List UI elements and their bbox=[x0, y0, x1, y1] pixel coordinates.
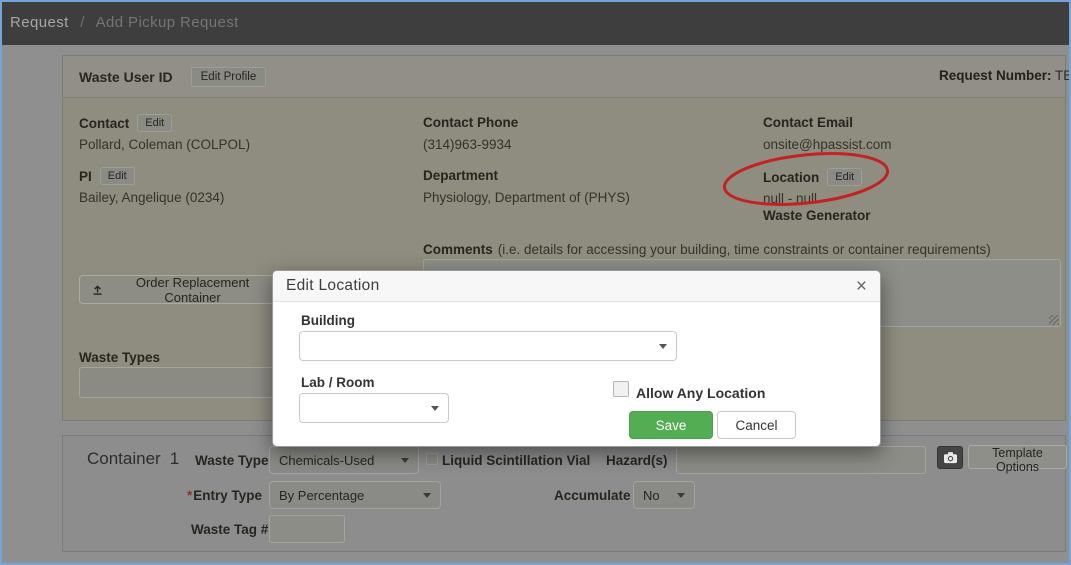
upload-icon bbox=[91, 283, 104, 297]
contact-label: Contact Edit bbox=[79, 114, 172, 132]
allow-any-location-checkbox[interactable] bbox=[613, 381, 629, 397]
comments-hint: (i.e. details for accessing your buildin… bbox=[498, 242, 991, 257]
request-number-label: Request Number: bbox=[939, 68, 1052, 83]
waste-user-panel-header: Waste User ID Edit Profile Request Numbe… bbox=[63, 56, 1065, 98]
panel-title: Waste User ID bbox=[79, 69, 173, 85]
caret-down-icon bbox=[677, 493, 685, 498]
edit-location-modal: Edit Location × Building Lab / Room Allo… bbox=[272, 270, 881, 447]
entry-type-label: * Entry Type bbox=[187, 488, 262, 503]
container-title: Container1 bbox=[87, 449, 179, 469]
waste-types-label: Waste Types bbox=[79, 350, 160, 365]
container-number: 1 bbox=[170, 449, 179, 468]
entry-type-select[interactable]: By Percentage bbox=[269, 481, 441, 509]
template-options-button[interactable]: Template Options bbox=[968, 445, 1067, 469]
lab-room-select[interactable] bbox=[299, 393, 449, 423]
waste-type-select[interactable]: Chemicals-Used bbox=[269, 446, 419, 474]
request-number: Request Number: TBD bbox=[939, 68, 1069, 83]
close-icon[interactable]: × bbox=[856, 277, 867, 296]
waste-type-label: Waste Type bbox=[195, 453, 269, 468]
contact-phone-label: Contact Phone bbox=[423, 115, 518, 130]
liquid-scintillation-vial-label: Liquid Scintillation Vial bbox=[442, 453, 590, 468]
accumulate-label: Accumulate bbox=[554, 488, 631, 503]
caret-down-icon bbox=[423, 493, 431, 498]
comments-label: Comments (i.e. details for accessing you… bbox=[423, 242, 991, 257]
contact-email-value: onsite@hpassist.com bbox=[763, 137, 892, 152]
contact-email-label: Contact Email bbox=[763, 115, 853, 130]
pi-value: Bailey, Angelique (0234) bbox=[79, 190, 224, 205]
contact-value: Pollard, Coleman (COLPOL) bbox=[79, 137, 250, 152]
allow-any-location-label: Allow Any Location bbox=[636, 385, 765, 401]
breadcrumb-request[interactable]: Request bbox=[10, 14, 69, 31]
building-label: Building bbox=[301, 313, 355, 328]
department-label: Department bbox=[423, 168, 498, 183]
pi-label: PI Edit bbox=[79, 167, 135, 185]
contact-phone-value: (314)963-9934 bbox=[423, 137, 512, 152]
caret-down-icon bbox=[431, 406, 439, 411]
edit-contact-button[interactable]: Edit bbox=[137, 114, 172, 132]
waste-tag-input[interactable] bbox=[269, 515, 345, 543]
accumulate-select[interactable]: No bbox=[633, 481, 695, 509]
top-navbar: Request / Add Pickup Request bbox=[0, 0, 1071, 45]
camera-button[interactable] bbox=[937, 446, 963, 469]
save-button[interactable]: Save bbox=[629, 411, 713, 439]
building-select[interactable] bbox=[299, 331, 677, 361]
camera-icon bbox=[943, 451, 958, 464]
app-window: Request / Add Pickup Request Waste User … bbox=[0, 0, 1071, 565]
modal-title: Edit Location bbox=[286, 277, 380, 295]
waste-generator-label: Waste Generator bbox=[763, 208, 871, 223]
hazards-input[interactable] bbox=[676, 446, 926, 474]
edit-pi-button[interactable]: Edit bbox=[100, 167, 135, 185]
edit-location-button[interactable]: Edit bbox=[827, 168, 862, 186]
edit-profile-button[interactable]: Edit Profile bbox=[191, 67, 267, 87]
cancel-button[interactable]: Cancel bbox=[717, 411, 796, 439]
container-panel: Container1 Waste Type Chemicals-Used Liq… bbox=[62, 435, 1066, 552]
breadcrumb-add-pickup-request: Add Pickup Request bbox=[96, 14, 239, 31]
caret-down-icon bbox=[401, 458, 409, 463]
hazards-label: Hazard(s) bbox=[606, 453, 668, 468]
location-label: Location Edit bbox=[763, 168, 862, 186]
modal-header: Edit Location × bbox=[273, 271, 880, 302]
breadcrumb-separator: / bbox=[80, 14, 85, 31]
required-asterisk: * bbox=[187, 488, 192, 503]
breadcrumb: Request / Add Pickup Request bbox=[10, 14, 239, 31]
caret-down-icon bbox=[659, 344, 667, 349]
request-number-value: TBD bbox=[1055, 68, 1069, 83]
lab-room-label: Lab / Room bbox=[301, 375, 375, 390]
waste-tag-label: Waste Tag # bbox=[191, 522, 268, 537]
textarea-resize-handle[interactable] bbox=[1049, 315, 1059, 325]
liquid-scintillation-vial-checkbox[interactable] bbox=[426, 453, 438, 465]
location-value: null - null bbox=[763, 191, 817, 206]
order-replacement-container-button[interactable]: Order Replacement Container bbox=[79, 275, 275, 304]
department-value: Physiology, Department of (PHYS) bbox=[423, 190, 630, 205]
